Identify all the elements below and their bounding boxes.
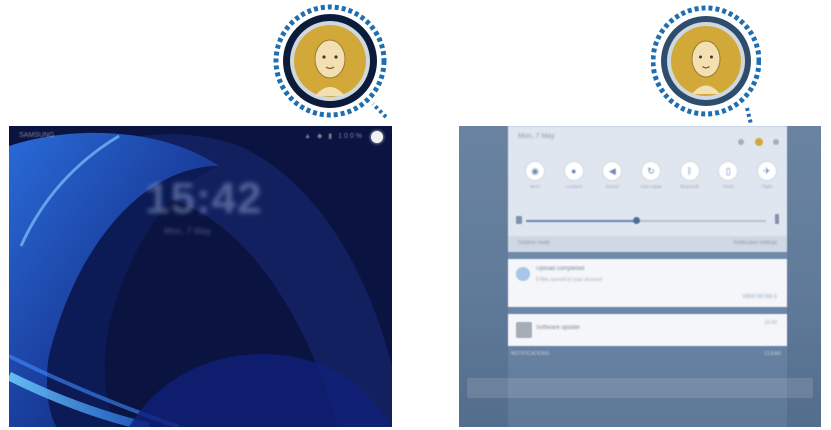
notification-time: 15:40 [764, 320, 777, 326]
panel-footer: Outdoor mode Notification settings [508, 236, 787, 252]
brightness-slider-track[interactable] [636, 220, 766, 222]
flashlight-icon: ▯ [719, 162, 738, 180]
panel-date: Mon, 7 May [518, 133, 555, 140]
location-icon: ● [564, 162, 583, 180]
quick-settings-panel: Mon, 7 May ◉ Wi-Fi ● Location ◀ Sound ↻ Auto… [508, 126, 787, 252]
qs-location[interactable]: ● Location [563, 162, 585, 189]
quick-settings-row: ◉ Wi-Fi ● Location ◀ Sound ↻ Auto rotate ᛒ Bl… [524, 162, 778, 189]
qs-label: Sound [605, 184, 619, 189]
user-icon[interactable] [371, 131, 383, 143]
qs-sound[interactable]: ◀ Sound [601, 162, 623, 189]
notification-title: Upload completed [536, 266, 585, 272]
settings-icon[interactable] [738, 139, 745, 145]
qs-label: Auto rotate [639, 184, 662, 189]
qs-label: Torch [722, 184, 734, 189]
qs-flashlight[interactable]: ▯ Torch [717, 162, 739, 189]
user-avatar-callout [651, 5, 761, 125]
notifications-label: NOTIFICATIONS [511, 351, 550, 357]
rotate-icon: ↻ [641, 162, 660, 180]
sound-icon: ◀ [603, 162, 622, 180]
wifi-icon: ◉ [526, 162, 544, 180]
status-icons: ▲ ◆ ▮ 100% [304, 133, 364, 140]
lock-clock: 15:42 [145, 174, 263, 223]
brightness-slider-filled[interactable] [526, 220, 636, 222]
clear-button[interactable]: CLEAR [764, 351, 781, 357]
qs-wifi[interactable]: ◉ Wi-Fi [524, 162, 546, 189]
expand-icon[interactable] [773, 139, 779, 145]
notification-action[interactable]: VIEW DETAILS [742, 294, 777, 300]
user-avatar-callout [273, 4, 387, 119]
notification-panel: Mon, 7 May ◉ Wi-Fi ● Location ◀ Sound ↻ Auto… [459, 126, 821, 427]
carrier-label: SAMSUNG [19, 132, 55, 139]
status-bar: SAMSUNG ▲ ◆ ▮ 100% [19, 132, 382, 144]
qs-label: Wi-Fi [529, 184, 541, 189]
qs-rotate[interactable]: ↻ Auto rotate [640, 162, 662, 189]
airplane-icon: ✈ [757, 162, 776, 180]
brightness-high-icon [775, 214, 779, 224]
notification-settings-button[interactable]: Notification settings [734, 240, 777, 246]
qs-bluetooth[interactable]: ᛒ Bluetooth [679, 162, 701, 189]
notification-card[interactable]: Software update 15:40 [508, 314, 787, 346]
qs-airplane[interactable]: ✈ Flight [756, 162, 778, 189]
notification-card[interactable]: Upload completed 5 files synced to your … [508, 259, 787, 307]
bottom-bar [467, 378, 813, 398]
brightness-low-icon [516, 216, 522, 224]
bluetooth-icon: ᛒ [680, 162, 699, 180]
qs-label: Flight [761, 184, 773, 189]
brightness-slider-handle[interactable] [633, 217, 640, 224]
panel-top-icons [732, 132, 779, 150]
user-icon[interactable] [754, 138, 763, 146]
qs-label: Location [565, 184, 583, 189]
notification-subtitle: 5 files synced to your account [536, 277, 602, 283]
outdoor-mode-button[interactable]: Outdoor mode [518, 240, 550, 246]
lock-screen: SAMSUNG ▲ ◆ ▮ 100% 15:42 Mon, 7 May [9, 126, 392, 427]
app-icon [516, 267, 530, 281]
lock-date: Mon, 7 May [164, 226, 212, 236]
app-icon [516, 322, 532, 338]
wallpaper [9, 126, 392, 427]
qs-label: Bluetooth [680, 184, 700, 189]
notification-title: Software update [536, 325, 580, 331]
